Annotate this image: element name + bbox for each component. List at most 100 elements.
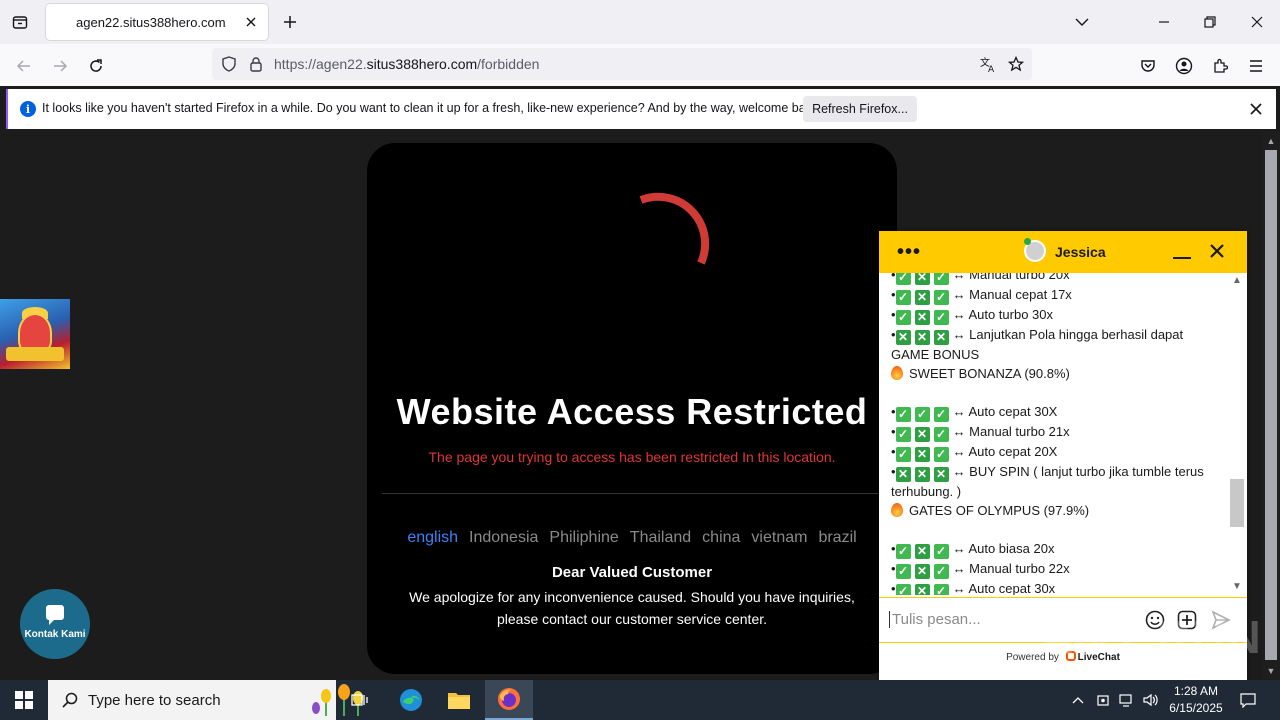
cross-mark-icon: ✕ — [914, 330, 930, 345]
message-text: ↔ Auto cepat 30X — [952, 404, 1058, 419]
message-text: GATES OF OLYMPUS (97.9%) — [909, 503, 1090, 518]
chat-messages[interactable]: • ✓ ✕ ✓ ↔ Manual turbo 20x • ✓ ✕ ✓ ↔ Manual cepat… — [879, 273, 1231, 595]
apology-text: We apologize for any inconvenience cause… — [409, 589, 855, 627]
check-mark-icon: ✓ — [895, 564, 911, 579]
restore-icon[interactable] — [1196, 8, 1224, 36]
cross-mark-icon: ✕ — [933, 330, 949, 345]
lang-brazil[interactable]: brazil — [818, 529, 856, 547]
close-window-icon[interactable] — [1243, 8, 1271, 36]
volume-icon[interactable] — [1140, 680, 1162, 720]
edge-browser-icon[interactable] — [387, 680, 435, 720]
contact-us-button[interactable]: Kontak Kami — [20, 589, 90, 659]
chat-scrollbar[interactable]: ▲ ▼ — [1229, 275, 1245, 595]
tracking-shield-icon[interactable] — [219, 54, 239, 74]
clock-date: 6/15/2025 — [1169, 701, 1223, 715]
message-text: ↔ Manual turbo 20x — [952, 273, 1070, 282]
refresh-firefox-button[interactable]: Refresh Firefox... — [803, 96, 917, 122]
page-scrollbar[interactable]: ▲ ▼ — [1262, 132, 1280, 680]
taskbar-search-box[interactable]: Type here to search — [48, 680, 363, 720]
check-mark-icon: ✓ — [933, 407, 949, 422]
more-options-icon[interactable]: ••• — [897, 241, 921, 264]
close-tab-icon[interactable] — [242, 13, 260, 31]
lock-icon[interactable] — [246, 54, 266, 74]
lang-thailand[interactable]: Thailand — [630, 529, 691, 547]
chat-message-line: SWEET BONANZA (90.8%) — [891, 364, 1221, 383]
task-view-icon[interactable] — [336, 680, 384, 720]
chat-message-line: GATES OF OLYMPUS (97.9%) — [891, 501, 1221, 520]
restriction-card: Website Access Restricted The page you t… — [367, 143, 897, 674]
message-text: SWEET BONANZA (90.8%) — [909, 366, 1070, 381]
check-mark-icon: ✓ — [933, 273, 949, 285]
list-all-tabs-icon[interactable] — [1068, 8, 1096, 36]
cross-mark-icon: ✕ — [914, 290, 930, 305]
message-text: ↔ Auto biasa 20x — [952, 541, 1055, 556]
system-clock[interactable]: 1:28 AM 6/15/2025 — [1160, 683, 1232, 717]
lang-english[interactable]: english — [407, 529, 458, 547]
loading-spinner-icon — [639, 192, 710, 265]
forward-icon[interactable] — [47, 53, 73, 79]
promo-banner-image[interactable] — [0, 299, 70, 369]
chat-message-line: • ✓ ✕ ✓ ↔ Manual turbo 21x — [891, 424, 1070, 442]
new-tab-icon[interactable] — [278, 10, 302, 34]
cross-mark-icon: ✕ — [914, 584, 930, 595]
chat-message-line: • ✓ ✕ ✓ ↔ Auto cepat 30x — [891, 579, 1221, 595]
network-icon[interactable] — [1116, 680, 1138, 720]
lang-indonesia[interactable]: Indonesia — [469, 529, 538, 547]
notification-message: It looks like you haven't started Firefo… — [42, 101, 822, 115]
lang-china[interactable]: china — [702, 529, 740, 547]
chat-message-line: • ✓ ✕ ✓ ↔ Auto turbo 30x — [891, 307, 1054, 325]
close-notification-icon[interactable] — [1246, 99, 1266, 119]
minimize-chat-icon[interactable] — [1173, 245, 1191, 263]
check-mark-icon: ✓ — [895, 290, 911, 305]
check-mark-icon: ✓ — [933, 310, 949, 325]
security-tray-icon[interactable] — [1092, 680, 1114, 720]
bookmark-star-icon[interactable] — [1006, 54, 1026, 74]
back-icon[interactable] — [11, 53, 37, 79]
fire-icon — [891, 503, 903, 517]
reload-icon[interactable] — [83, 53, 109, 79]
minimize-icon[interactable] — [1150, 8, 1178, 36]
url-text: https://agen22.situs388hero.com/forbidde… — [274, 56, 540, 72]
chat-bubble-icon — [46, 605, 64, 625]
browser-tab[interactable]: agen22.situs388hero.com/forbidden — [46, 4, 268, 40]
agent-name: Jessica — [1055, 244, 1106, 260]
lang-vietnam[interactable]: vietnam — [751, 529, 807, 547]
cross-mark-icon: ✕ — [914, 467, 930, 482]
fire-icon — [891, 366, 903, 380]
tab-list-icon[interactable] — [8, 10, 32, 34]
message-input[interactable]: Tulis pesan... — [889, 611, 981, 628]
check-mark-icon: ✓ — [895, 273, 911, 285]
chat-scroll-thumb[interactable] — [1230, 479, 1244, 527]
page-scroll-thumb[interactable] — [1265, 150, 1277, 660]
show-hidden-icons[interactable] — [1068, 680, 1088, 720]
message-text: ↔ Manual turbo 22x — [952, 561, 1070, 576]
translate-icon[interactable]: 文A — [978, 54, 998, 74]
chat-message-line: • ✓ ✓ ✓ ↔ Auto cepat 30X — [891, 404, 1058, 422]
search-placeholder: Type here to search — [88, 692, 221, 709]
page-title: Website Access Restricted — [396, 391, 868, 432]
address-bar[interactable]: https://agen22.situs388hero.com/forbidde… — [212, 48, 1032, 80]
windows-start-icon[interactable] — [0, 680, 48, 720]
chat-message-line: • ✓ ✕ ✓ ↔ Manual turbo 22x — [891, 561, 1070, 579]
search-icon — [60, 690, 80, 710]
pocket-icon[interactable] — [1135, 53, 1161, 79]
language-selector: english Indonesia Philiphine Thailand ch… — [367, 529, 897, 547]
cross-mark-icon: ✕ — [914, 273, 930, 285]
cross-mark-icon: ✕ — [914, 427, 930, 442]
menu-icon[interactable] — [1243, 53, 1269, 79]
notification-center-icon[interactable] — [1234, 680, 1262, 720]
check-mark-icon: ✓ — [933, 564, 949, 579]
lang-philiphine[interactable]: Philiphine — [549, 529, 618, 547]
account-icon[interactable] — [1171, 53, 1197, 79]
check-mark-icon: ✓ — [914, 407, 930, 422]
check-mark-icon: ✓ — [933, 544, 949, 559]
firefox-taskbar-icon[interactable] — [485, 680, 533, 720]
message-text: ↔ Auto cepat 30x — [952, 581, 1056, 595]
extensions-icon[interactable] — [1207, 53, 1233, 79]
file-explorer-icon[interactable] — [435, 680, 483, 720]
close-chat-icon[interactable] — [1207, 241, 1227, 261]
tab-bar: agen22.situs388hero.com/forbidden — [0, 0, 1280, 44]
check-mark-icon: ✓ — [895, 447, 911, 462]
